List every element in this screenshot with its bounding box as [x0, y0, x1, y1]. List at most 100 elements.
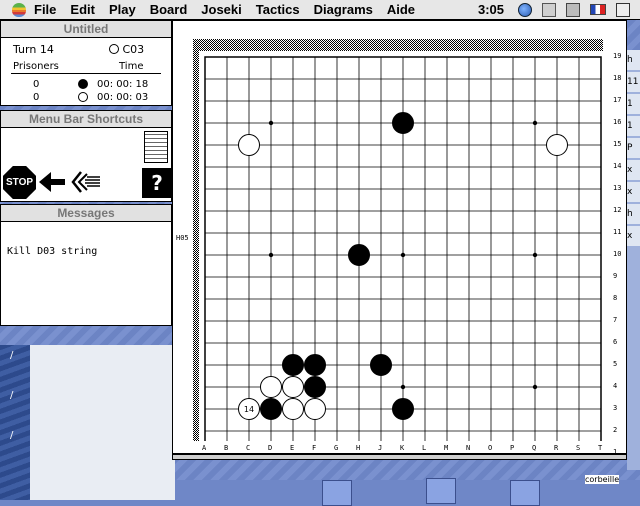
shortcuts-palette: Menu Bar Shortcuts STOP ?: [0, 110, 172, 202]
folder-icon[interactable]: [322, 480, 352, 506]
row-label: 15: [613, 140, 622, 148]
menu-tactics[interactable]: Tactics: [256, 2, 300, 17]
white-stone: [238, 134, 260, 156]
desktop-glyph: /: [10, 430, 14, 441]
desktop-item-label[interactable]: h: [627, 204, 640, 224]
white-stone: [304, 398, 326, 420]
black-stone: [392, 112, 414, 134]
white-stone: [260, 376, 282, 398]
white-prisoners: 0: [33, 92, 40, 103]
palette-title[interactable]: Untitled: [1, 21, 171, 38]
undo-arrow-icon[interactable]: [39, 170, 65, 194]
horizontal-scrollbar[interactable]: [172, 454, 627, 460]
finder-icon[interactable]: [616, 2, 630, 17]
clock[interactable]: 3:05: [478, 2, 504, 17]
calculator-icon[interactable]: [144, 131, 168, 163]
white-stone: [282, 376, 304, 398]
desktop-item-label[interactable]: x: [627, 226, 640, 246]
black-stone-icon: [78, 79, 88, 89]
column-label: R: [554, 444, 559, 452]
row-label: 5: [613, 360, 618, 368]
board-surface: [199, 51, 603, 441]
palette-title[interactable]: Menu Bar Shortcuts: [1, 111, 171, 128]
menu-aide[interactable]: Aide: [387, 2, 415, 17]
column-label: H: [356, 444, 361, 452]
rewind-icon[interactable]: [71, 170, 101, 194]
row-label: 8: [613, 294, 618, 302]
desktop-window-fragment: [30, 345, 175, 500]
black-stone: [370, 354, 392, 376]
desktop-glyph: /: [10, 390, 14, 401]
application-icon[interactable]: [566, 2, 580, 17]
column-label: F: [312, 444, 317, 452]
menu-edit[interactable]: Edit: [70, 2, 95, 17]
hoshi-point: [268, 252, 274, 258]
last-move-label: H05: [176, 234, 189, 242]
board-window: H05 14 A B C D E F G H J K L M N O P Q R S T 19 18 17 16 15 14 13…: [172, 20, 627, 456]
menu-play[interactable]: Play: [109, 2, 136, 17]
menu-file[interactable]: File: [34, 2, 56, 17]
desktop-item-label[interactable]: 11: [627, 72, 640, 92]
globe-icon[interactable]: [518, 2, 532, 17]
help-icon[interactable]: ?: [142, 168, 172, 198]
column-label: L: [422, 444, 427, 452]
stop-icon[interactable]: STOP: [3, 166, 36, 199]
hoshi-point: [532, 252, 538, 258]
row-label: 12: [613, 206, 622, 214]
column-label: Q: [532, 444, 537, 452]
menu-joseki[interactable]: Joseki: [201, 2, 241, 17]
folder-icon[interactable]: [510, 480, 540, 506]
column-label: A: [202, 444, 207, 452]
white-time: 00: 00: 03: [97, 92, 149, 103]
folder-icon[interactable]: [426, 478, 456, 504]
desktop-dark-fragment: [0, 345, 30, 500]
row-label: 4: [613, 382, 618, 390]
divider: [11, 73, 161, 74]
turn-label: Turn 14: [13, 43, 54, 56]
menu-extras: 3:05: [478, 0, 640, 19]
black-prisoners: 0: [33, 79, 40, 90]
french-flag-icon[interactable]: [590, 4, 606, 15]
desktop-item-label[interactable]: 1: [627, 94, 640, 114]
row-label: 17: [613, 96, 622, 104]
black-stone: [282, 354, 304, 376]
desktop-item-label[interactable]: x: [627, 160, 640, 180]
column-label: T: [598, 444, 603, 452]
row-label: 10: [613, 250, 622, 258]
column-label: E: [290, 444, 295, 452]
black-time: 00: 00: 18: [97, 79, 149, 90]
row-label: 18: [613, 74, 622, 82]
disk-icon[interactable]: [542, 2, 556, 17]
menu-board[interactable]: Board: [150, 2, 188, 17]
black-stone: [260, 398, 282, 420]
desktop-item-label[interactable]: P: [627, 138, 640, 158]
black-stone: [392, 398, 414, 420]
column-label: M: [444, 444, 449, 452]
desktop-item-label[interactable]: h: [627, 50, 640, 70]
column-label: N: [466, 444, 471, 452]
white-stone: [282, 398, 304, 420]
column-label: P: [510, 444, 515, 452]
column-label: D: [268, 444, 273, 452]
black-stone: [304, 354, 326, 376]
desktop-item-label[interactable]: x: [627, 182, 640, 202]
palette-title[interactable]: Messages: [1, 205, 171, 222]
black-stone: [348, 244, 370, 266]
row-label: 16: [613, 118, 622, 126]
column-label: J: [378, 444, 383, 452]
hoshi-point: [400, 384, 406, 390]
game-info-palette: Untitled Turn 14 C03 Prisoners Time 0 00…: [0, 20, 172, 106]
go-board[interactable]: 14: [193, 39, 603, 441]
column-label: K: [400, 444, 405, 452]
hoshi-point: [532, 384, 538, 390]
column-label: B: [224, 444, 229, 452]
desktop-item-label[interactable]: 1: [627, 116, 640, 136]
row-label: 9: [613, 272, 618, 280]
row-label: 11: [613, 228, 622, 236]
desktop-glyph: /: [10, 350, 14, 361]
menu-diagrams[interactable]: Diagrams: [314, 2, 373, 17]
row-label: 14: [613, 162, 622, 170]
column-label: O: [488, 444, 493, 452]
white-stone-icon: [78, 92, 88, 102]
apple-menu-icon[interactable]: [12, 2, 26, 17]
